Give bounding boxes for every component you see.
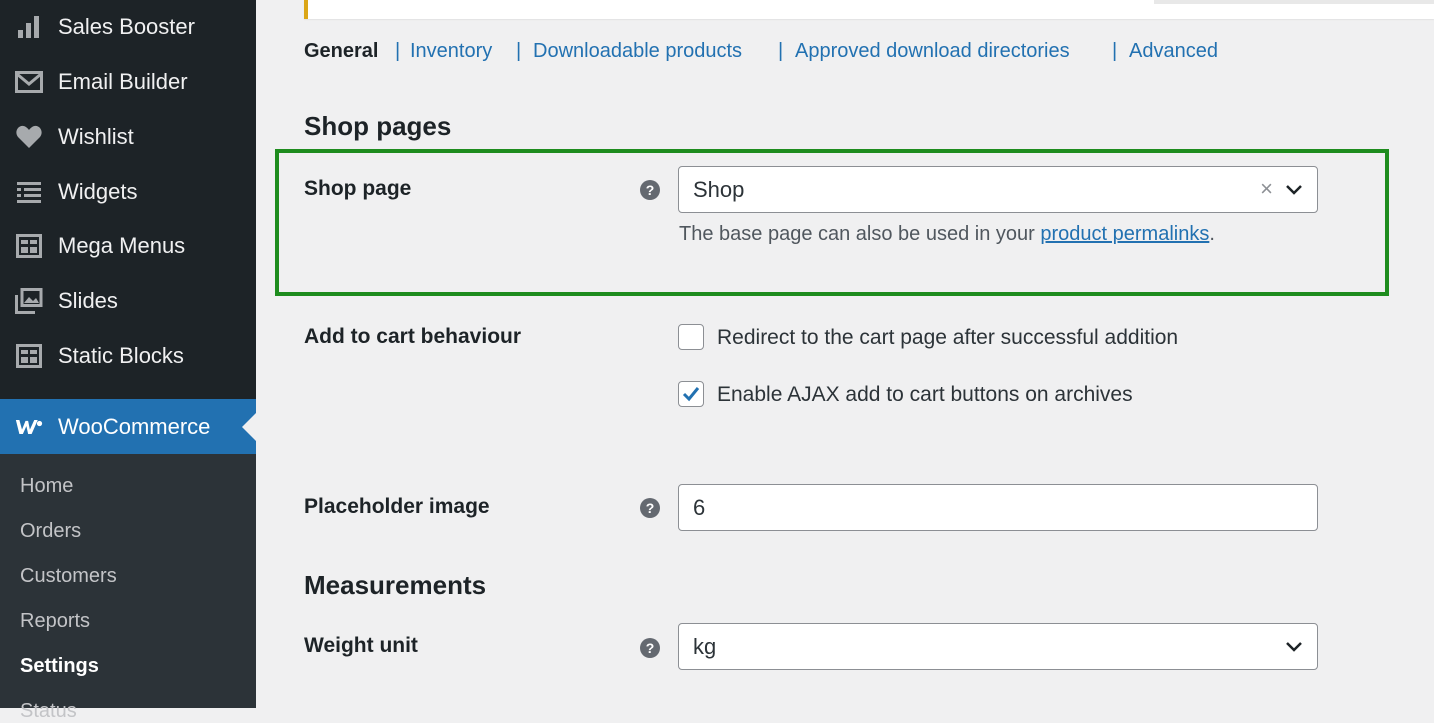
product-permalinks-link[interactable]: product permalinks (1040, 223, 1209, 245)
shop-page-select[interactable]: Shop × (678, 166, 1318, 213)
bar-chart-icon (15, 13, 43, 41)
sidebar-item-sales-booster[interactable]: Sales Booster (0, 0, 256, 54)
sidebar-item-label: Wishlist (58, 123, 134, 149)
grid-icon (15, 342, 43, 370)
notice-input-edge (1154, 0, 1434, 4)
weight-unit-label: Weight unit (304, 634, 418, 657)
help-icon[interactable]: ? (640, 180, 660, 200)
sidebar-item-label: WooCommerce (58, 413, 211, 439)
shop-page-value: Shop (693, 176, 745, 202)
subnav-separator: | (516, 40, 522, 62)
subnav-inventory[interactable]: Inventory (410, 40, 492, 63)
description-period: . (1209, 223, 1215, 245)
description-text: The base page can also be used in your (679, 223, 1041, 245)
sidebar-item-label: Email Builder (58, 68, 188, 94)
subnav-separator: | (1112, 40, 1118, 62)
sidebar-item-label: Slides (58, 287, 118, 313)
ajax-add-to-cart-label[interactable]: Enable AJAX add to cart buttons on archi… (717, 383, 1133, 407)
sidebar-item-label: Mega Menus (58, 232, 186, 258)
subnav-separator: | (395, 40, 401, 62)
sidebar-item-woocommerce[interactable]: WooCommerce (0, 399, 256, 454)
subnav-separator: | (778, 40, 784, 62)
woocommerce-submenu: Home Orders Customers Reports Settings S… (0, 454, 256, 722)
placeholder-image-value: 6 (693, 494, 706, 520)
sidebar-item-widgets[interactable]: Widgets (0, 164, 256, 219)
shop-page-label: Shop page (304, 177, 412, 200)
grid-icon (15, 232, 43, 260)
subnav-advanced[interactable]: Advanced (1129, 40, 1218, 63)
help-icon[interactable]: ? (640, 498, 660, 518)
sidebar-item-label: Static Blocks (58, 342, 184, 368)
heart-icon (15, 123, 43, 151)
chevron-down-icon (1286, 184, 1302, 195)
sidebar-item-wishlist[interactable]: Wishlist (0, 109, 256, 164)
redirect-to-cart-checkbox[interactable] (678, 324, 704, 350)
redirect-to-cart-label[interactable]: Redirect to the cart page after successf… (717, 326, 1178, 350)
weight-unit-value: kg (693, 633, 717, 659)
submenu-item-settings[interactable]: Settings (20, 655, 99, 678)
subnav-downloadable-products[interactable]: Downloadable products (533, 40, 742, 63)
images-icon (15, 287, 43, 315)
current-menu-arrow (242, 412, 256, 441)
submenu-item-home[interactable]: Home (20, 475, 73, 498)
list-icon (15, 178, 43, 206)
sidebar-item-slides[interactable]: Slides (0, 273, 256, 328)
section-title-measurements: Measurements (304, 570, 487, 600)
checkmark-icon (682, 387, 700, 402)
sidebar-item-static-blocks[interactable]: Static Blocks (0, 328, 256, 383)
help-icon[interactable]: ? (640, 638, 660, 658)
placeholder-image-label: Placeholder image (304, 495, 490, 518)
sidebar-item-label: Widgets (58, 178, 138, 204)
weight-unit-select[interactable]: kg (678, 623, 1318, 670)
sidebar-item-mega-menus[interactable]: Mega Menus (0, 218, 256, 273)
placeholder-image-input[interactable]: 6 (678, 484, 1318, 531)
chevron-down-icon (1286, 641, 1302, 652)
sidebar-item-email-builder[interactable]: Email Builder (0, 54, 256, 109)
shop-page-description: The base page can also be used in your p… (679, 223, 1215, 246)
clear-selection-icon[interactable]: × (1260, 175, 1273, 201)
submenu-item-customers[interactable]: Customers (20, 565, 117, 588)
submenu-item-orders[interactable]: Orders (20, 520, 81, 543)
admin-notice (304, 0, 1434, 19)
admin-sidebar: Sales Booster Email Builder Wishlist Wid… (0, 0, 256, 722)
subnav-general[interactable]: General (304, 40, 378, 63)
submenu-item-reports[interactable]: Reports (20, 610, 90, 633)
sidebar-item-label: Sales Booster (58, 13, 195, 39)
ajax-add-to-cart-checkbox[interactable] (678, 381, 704, 407)
envelope-icon (15, 68, 43, 96)
woo-icon (15, 413, 43, 441)
add-to-cart-label: Add to cart behaviour (304, 325, 522, 348)
submenu-item-status[interactable]: Status (20, 700, 77, 723)
subnav-approved-download-directories[interactable]: Approved download directories (795, 40, 1070, 63)
section-title-shop-pages: Shop pages (304, 111, 452, 141)
